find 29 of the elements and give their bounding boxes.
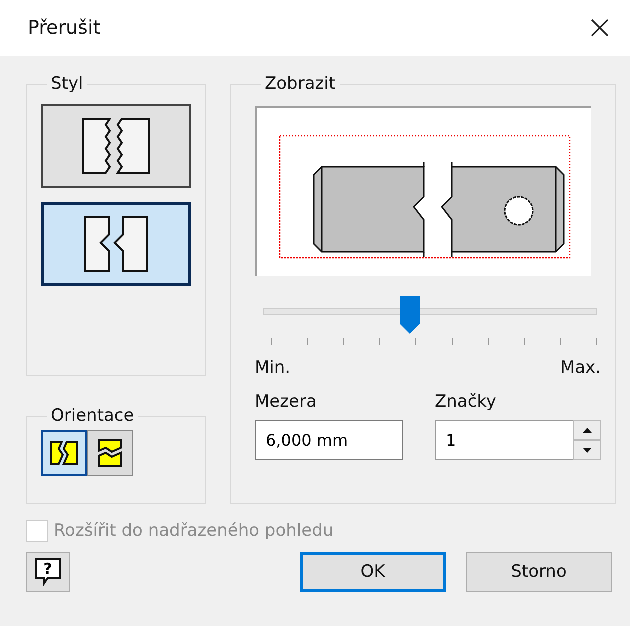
slider-thumb[interactable] <box>398 296 421 334</box>
group-label: Orientace <box>50 406 136 426</box>
zigzag-break-icon <box>81 117 151 175</box>
min-label: Min. <box>255 358 291 378</box>
close-icon <box>590 18 610 38</box>
cut-break-icon <box>83 215 149 273</box>
marks-label: Značky <box>435 392 498 412</box>
style-option[interactable] <box>41 202 191 286</box>
dialog-button[interactable]: OK <box>300 552 446 592</box>
vertical-break-icon <box>49 438 79 468</box>
down-arrow-icon <box>582 448 592 452</box>
window-title: Přerušit <box>28 17 101 39</box>
gap-field[interactable]: 6,000 mm <box>255 420 403 460</box>
orientation-option[interactable] <box>87 430 133 476</box>
group-label: Zobrazit <box>264 74 337 94</box>
increment-button[interactable] <box>573 420 601 440</box>
up-arrow-icon <box>582 428 592 432</box>
style-option[interactable] <box>41 104 191 188</box>
marks-field[interactable]: 1 <box>435 420 573 460</box>
orientation-option[interactable] <box>41 430 87 476</box>
decrement-button[interactable] <box>573 440 601 460</box>
help-button[interactable]: ? <box>26 552 70 592</box>
checkbox-label: Rozšířit do nadřazeného pohledu <box>54 521 334 541</box>
speech-bubble-icon <box>34 557 62 587</box>
horizontal-break-icon <box>95 438 125 468</box>
gap-label: Mezera <box>255 392 318 412</box>
max-label: Max. <box>560 358 601 378</box>
group-label: Styl <box>50 74 84 94</box>
dialog-button[interactable]: Storno <box>466 552 612 592</box>
